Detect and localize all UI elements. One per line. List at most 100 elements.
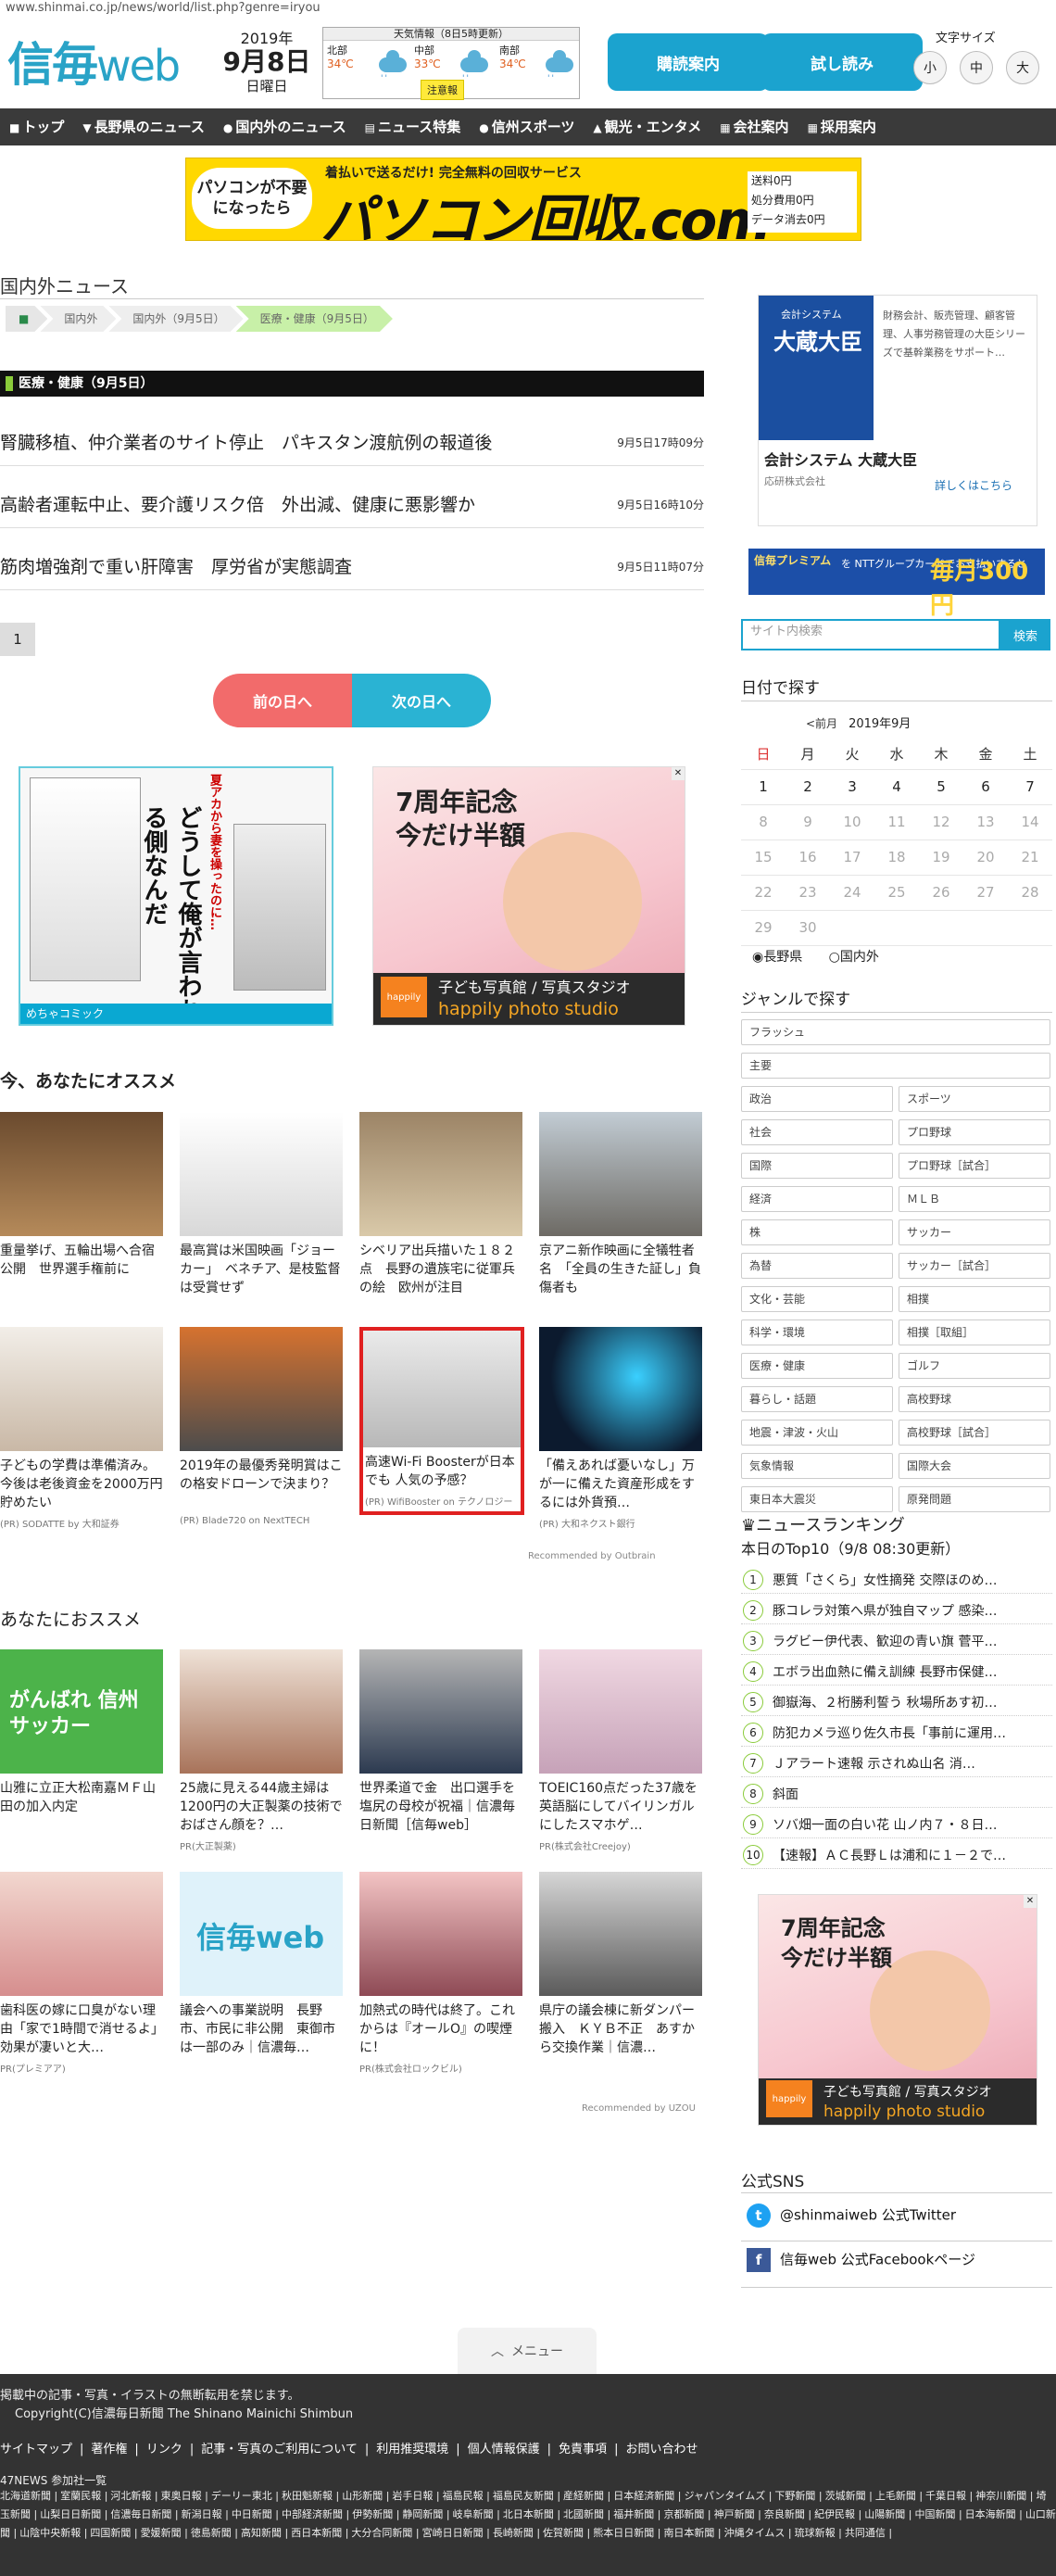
calendar-day[interactable]: 5 (919, 769, 963, 805)
partner-link[interactable]: 東奥日報 (161, 2490, 208, 2502)
radio-nagano[interactable]: ◉長野県 (752, 950, 813, 965)
genre-item[interactable]: 原発問題 (899, 1486, 1050, 1512)
partner-link[interactable]: 西日本新聞 (291, 2527, 348, 2539)
partner-link[interactable]: 熊本日日新聞 (593, 2527, 660, 2539)
genre-item[interactable]: プロ野球 (899, 1119, 1050, 1145)
recommend-card[interactable]: 子どもの学費は準備済み。今後は老後資金を2000万円貯めたい (PR) SODA… (0, 1327, 163, 1530)
genre-item[interactable]: 地震・津波・火山 (741, 1420, 893, 1446)
article-row[interactable]: 高齢者運転中止、要介護リスク倍 外出減、健康に悪影響か 9月5日16時10分 (0, 484, 704, 528)
genre-item[interactable]: 相撲［取組］ (899, 1320, 1050, 1345)
partner-link[interactable]: 四国新聞 (90, 2527, 137, 2539)
partner-link[interactable]: ジャパンタイムズ (684, 2490, 772, 2502)
partner-link[interactable]: 日本海新聞 (965, 2508, 1023, 2520)
article-title[interactable]: 腎臓移植、仲介業者のサイト停止 パキスタン渡航例の報道後 (0, 429, 492, 454)
partner-link[interactable]: 静岡新聞 (402, 2508, 449, 2520)
photo-studio-ad-sidebar[interactable]: ✕ 7周年記念 今だけ半額 happily 子ども写真館 / 写真スタジオ hap… (758, 1894, 1037, 2126)
partner-link[interactable]: 長崎新聞 (493, 2527, 540, 2539)
pc-recycle-ad[interactable]: パソコンが不要になったら 着払いで送るだけ! 完全無料の回収サービス パソコン回… (185, 158, 861, 241)
recommend-card[interactable]: 京アニ新作映画に全犠牲者名 「全員の生きた証し」負傷者も (539, 1112, 702, 1297)
genre-item[interactable]: 暮らし・話題 (741, 1386, 893, 1412)
ranking-item[interactable]: 6 防犯カメラ巡り佐久市長「事前に運用… (741, 1719, 1052, 1747)
partner-link[interactable]: 京都新聞 (663, 2508, 710, 2520)
breadcrumb-world-date[interactable]: 国内外（9月5日） (108, 306, 243, 332)
article-row[interactable]: 腎臓移植、仲介業者のサイト停止 パキスタン渡航例の報道後 9月5日17時09分 (0, 422, 704, 466)
sidebar-ad-okura[interactable]: 会計システム 大蔵大臣 財務会計、販売管理、顧客管理、人事労務管理の大臣シリーズで… (758, 295, 1037, 526)
partner-link[interactable]: 山形新聞 (342, 2490, 389, 2502)
site-search-input[interactable]: サイト内検索 (741, 619, 1000, 650)
article-title[interactable]: 高齢者運転中止、要介護リスク倍 外出減、健康に悪影響か (0, 491, 475, 516)
footer-link[interactable]: 記事・写真のご利用について (201, 2443, 358, 2456)
menu-toggle[interactable]: ︿ メニュー (458, 2328, 597, 2374)
prev-day-button[interactable]: 前の日へ (213, 674, 352, 727)
genre-item[interactable]: 株 (741, 1219, 893, 1245)
ranking-item[interactable]: 7 Ｊアラート速報 示されぬ山名 消… (741, 1749, 1052, 1777)
partner-link[interactable]: 山梨日日新聞 (40, 2508, 107, 2520)
genre-item[interactable]: 文化・芸能 (741, 1286, 893, 1312)
partner-link[interactable]: 南日本新聞 (663, 2527, 721, 2539)
footer-link[interactable]: 免責事項 (559, 2443, 607, 2456)
your-recommend-card[interactable]: 加熱式の時代は終了。これからは『オールО』の喫煙に！ PR(株式会社ロックビル) (359, 1872, 522, 2075)
partner-link[interactable]: 琉球新報 (795, 2527, 842, 2539)
url-bar[interactable]: www.shinmai.co.jp/news/world/list.php?ge… (6, 1, 321, 15)
footer-link[interactable]: 利用推奨環境 (376, 2443, 448, 2456)
partner-link[interactable]: 日本経済新聞 (613, 2490, 681, 2502)
weather-alert-badge[interactable]: 注意報 (421, 80, 464, 100)
genre-item[interactable]: 国際大会 (899, 1453, 1050, 1479)
genre-item[interactable]: 社会 (741, 1119, 893, 1145)
ranking-item[interactable]: 3 ラグビー伊代表、歓迎の青い旗 菅平… (741, 1627, 1052, 1655)
photo-studio-ad[interactable]: ✕ 7周年記念 今だけ半額 happily 子ども写真館 / 写真スタジオ hap… (372, 766, 685, 1026)
genre-item[interactable]: スポーツ (899, 1086, 1050, 1112)
partner-link[interactable]: 徳島新聞 (191, 2527, 238, 2539)
radio-world[interactable]: ○国内外 (829, 950, 890, 965)
partner-link[interactable]: 佐賀新聞 (543, 2527, 590, 2539)
partner-link[interactable]: 岩手日報 (392, 2490, 439, 2502)
genre-item[interactable]: 相撲 (899, 1286, 1050, 1312)
genre-item[interactable]: 経済 (741, 1186, 893, 1212)
calendar-day[interactable]: 4 (874, 769, 919, 805)
genre-item[interactable]: 科学・環境 (741, 1320, 893, 1345)
partner-link[interactable]: 山陽新聞 (864, 2508, 911, 2520)
twitter-link[interactable]: t @shinmaiweb 公式Twitter (747, 2203, 956, 2228)
ranking-item[interactable]: 10 【速報】ＡＣ長野Ｌは浦和に１－２で… (741, 1841, 1052, 1869)
partner-link[interactable]: 奈良新聞 (764, 2508, 811, 2520)
partner-link[interactable]: 宮崎日日新聞 (422, 2527, 490, 2539)
partner-link[interactable]: 紀伊民報 (814, 2508, 861, 2520)
nav-recruit[interactable]: ▦ 採用案内 (798, 108, 886, 145)
partner-link[interactable]: 福島民友新聞 (493, 2490, 560, 2502)
partner-link[interactable]: 北日本新聞 (503, 2508, 560, 2520)
partner-link[interactable]: 下野新聞 (774, 2490, 822, 2502)
genre-item[interactable]: 高校野球 (899, 1386, 1050, 1412)
ranking-item[interactable]: 5 御嶽海、２桁勝利誓う 秋場所あす初… (741, 1688, 1052, 1716)
partner-link[interactable]: 福島民報 (443, 2490, 490, 2502)
partner-link[interactable]: 神戸新聞 (714, 2508, 761, 2520)
partner-link[interactable]: 信濃毎日新聞 (110, 2508, 178, 2520)
site-logo[interactable]: 信毎web (7, 28, 181, 95)
trial-button[interactable]: 試し読み (761, 33, 923, 91)
ranking-item[interactable]: 2 豚コレラ対策へ県が独自マップ 感染… (741, 1597, 1052, 1624)
article-title[interactable]: 筋肉増強剤で重い肝障害 厚労省が実態調査 (0, 553, 352, 578)
genre-item[interactable]: フラッシュ (741, 1019, 1050, 1045)
partner-link[interactable]: 山陰中央新報 (19, 2527, 87, 2539)
ranking-item[interactable]: 4 エボラ出血熱に備え訓練 長野市保健… (741, 1658, 1052, 1686)
partner-link[interactable]: 秋田魁新報 (282, 2490, 339, 2502)
genre-item[interactable]: 医療・健康 (741, 1353, 893, 1379)
partner-link[interactable]: 伊勢新聞 (352, 2508, 399, 2520)
ranking-item[interactable]: 1 悪質「さくら」女性摘発 交際ほのめ… (741, 1566, 1052, 1594)
genre-item[interactable]: 気象情報 (741, 1453, 893, 1479)
recommend-card[interactable]: 高速Wi-Fi Boosterが日本でも 人気の予感？ (PR) WifiBoo… (359, 1327, 524, 1515)
uzou-credit[interactable]: Recommended by UZOU (582, 2103, 696, 2114)
recommend-card[interactable]: 最高賞は米国映画「ジョーカー」 ベネチア、是枝監督は受賞せず (180, 1112, 343, 1297)
nav-tourism[interactable]: ▲ 観光・エンタメ (584, 108, 710, 145)
genre-item[interactable]: 政治 (741, 1086, 893, 1112)
partner-link[interactable]: 室蘭民報 (60, 2490, 107, 2502)
genre-item[interactable]: サッカー (899, 1219, 1050, 1245)
subscribe-button[interactable]: 購読案内 (608, 33, 769, 91)
ad-choices-icon[interactable]: ✕ (1024, 1895, 1037, 1908)
next-day-button[interactable]: 次の日へ (352, 674, 491, 727)
recommend-card[interactable]: 「備えあれば憂いなし」万が一に備えた資産形成をするには外貨預… (PR) 大和ネ… (539, 1327, 702, 1530)
your-recommend-card[interactable]: 歯科医の嫁に口臭がない理由「家で1時間で消せるよ」効果が凄いと大… PR(プレミ… (0, 1872, 163, 2075)
footer-link[interactable]: リンク (146, 2443, 182, 2456)
nav-company[interactable]: ▦ 会社案内 (710, 108, 798, 145)
partner-link[interactable]: デーリー東北 (211, 2490, 279, 2502)
font-large-button[interactable]: 大 (1006, 51, 1039, 84)
